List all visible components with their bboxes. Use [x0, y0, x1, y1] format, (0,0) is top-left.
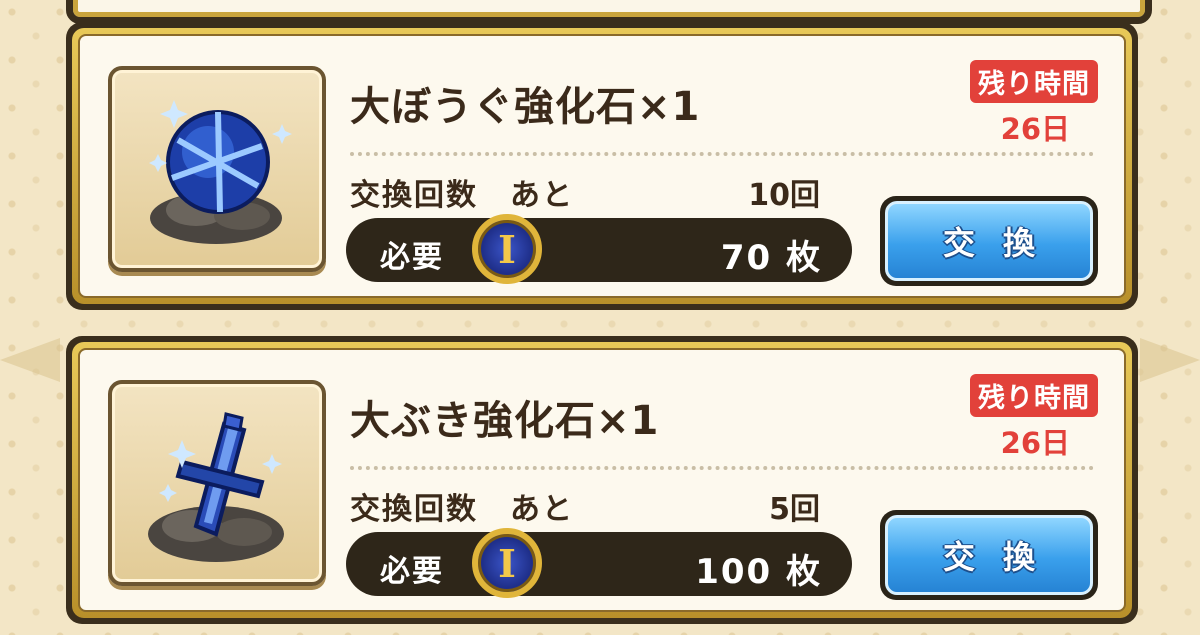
coin-letter: I: [498, 541, 516, 586]
exchange-card: 大ぶき強化石×1 残り時間 26日 交換回数 あと 5回 必要 I 100 枚 …: [66, 336, 1138, 624]
background-ornament-right: [1140, 338, 1200, 382]
item-icon-box: [108, 66, 326, 272]
exchange-card: 大ぼうぐ強化石×1 残り時間 26日 交換回数 あと 10回 必要 I 70 枚…: [66, 22, 1138, 310]
armor-stone-icon: [149, 100, 292, 244]
item-name: 大ぼうぐ強化石×1: [350, 84, 701, 130]
exchange-count-label: 交換回数 あと: [350, 492, 574, 527]
cost-bar: 必要 I 70 枚: [346, 214, 852, 284]
coin-letter: I: [498, 227, 516, 272]
divider: [350, 466, 1094, 470]
previous-card-edge: [66, 0, 1152, 24]
medal-coin-icon: I: [472, 214, 542, 284]
exchange-count-label: 交換回数 あと: [350, 178, 574, 213]
exchange-count-value: 10回: [748, 178, 820, 213]
exchange-count-value: 5回: [769, 492, 820, 527]
cost-label: 必要: [380, 554, 444, 589]
exchange-button[interactable]: 交換: [880, 510, 1098, 600]
medal-coin-icon: I: [472, 528, 542, 598]
remaining-time-value: 26日: [1000, 426, 1070, 460]
cost-label: 必要: [380, 240, 444, 275]
divider: [350, 152, 1094, 156]
remaining-time-value: 26日: [1000, 112, 1070, 146]
remaining-time-badge: 残り時間: [970, 374, 1098, 417]
cost-bar: 必要 I 100 枚: [346, 528, 852, 598]
exchange-button[interactable]: 交換: [880, 196, 1098, 286]
remaining-time-badge: 残り時間: [970, 60, 1098, 103]
cost-value: 100 枚: [695, 552, 822, 592]
item-name: 大ぶき強化石×1: [350, 398, 660, 444]
background-ornament-left: [0, 338, 60, 382]
cost-value: 70 枚: [720, 238, 822, 278]
exchange-button-label: 交換: [942, 538, 1063, 576]
exchange-button-label: 交換: [942, 224, 1063, 262]
weapon-stone-icon: [148, 412, 284, 562]
item-icon-box: [108, 380, 326, 586]
